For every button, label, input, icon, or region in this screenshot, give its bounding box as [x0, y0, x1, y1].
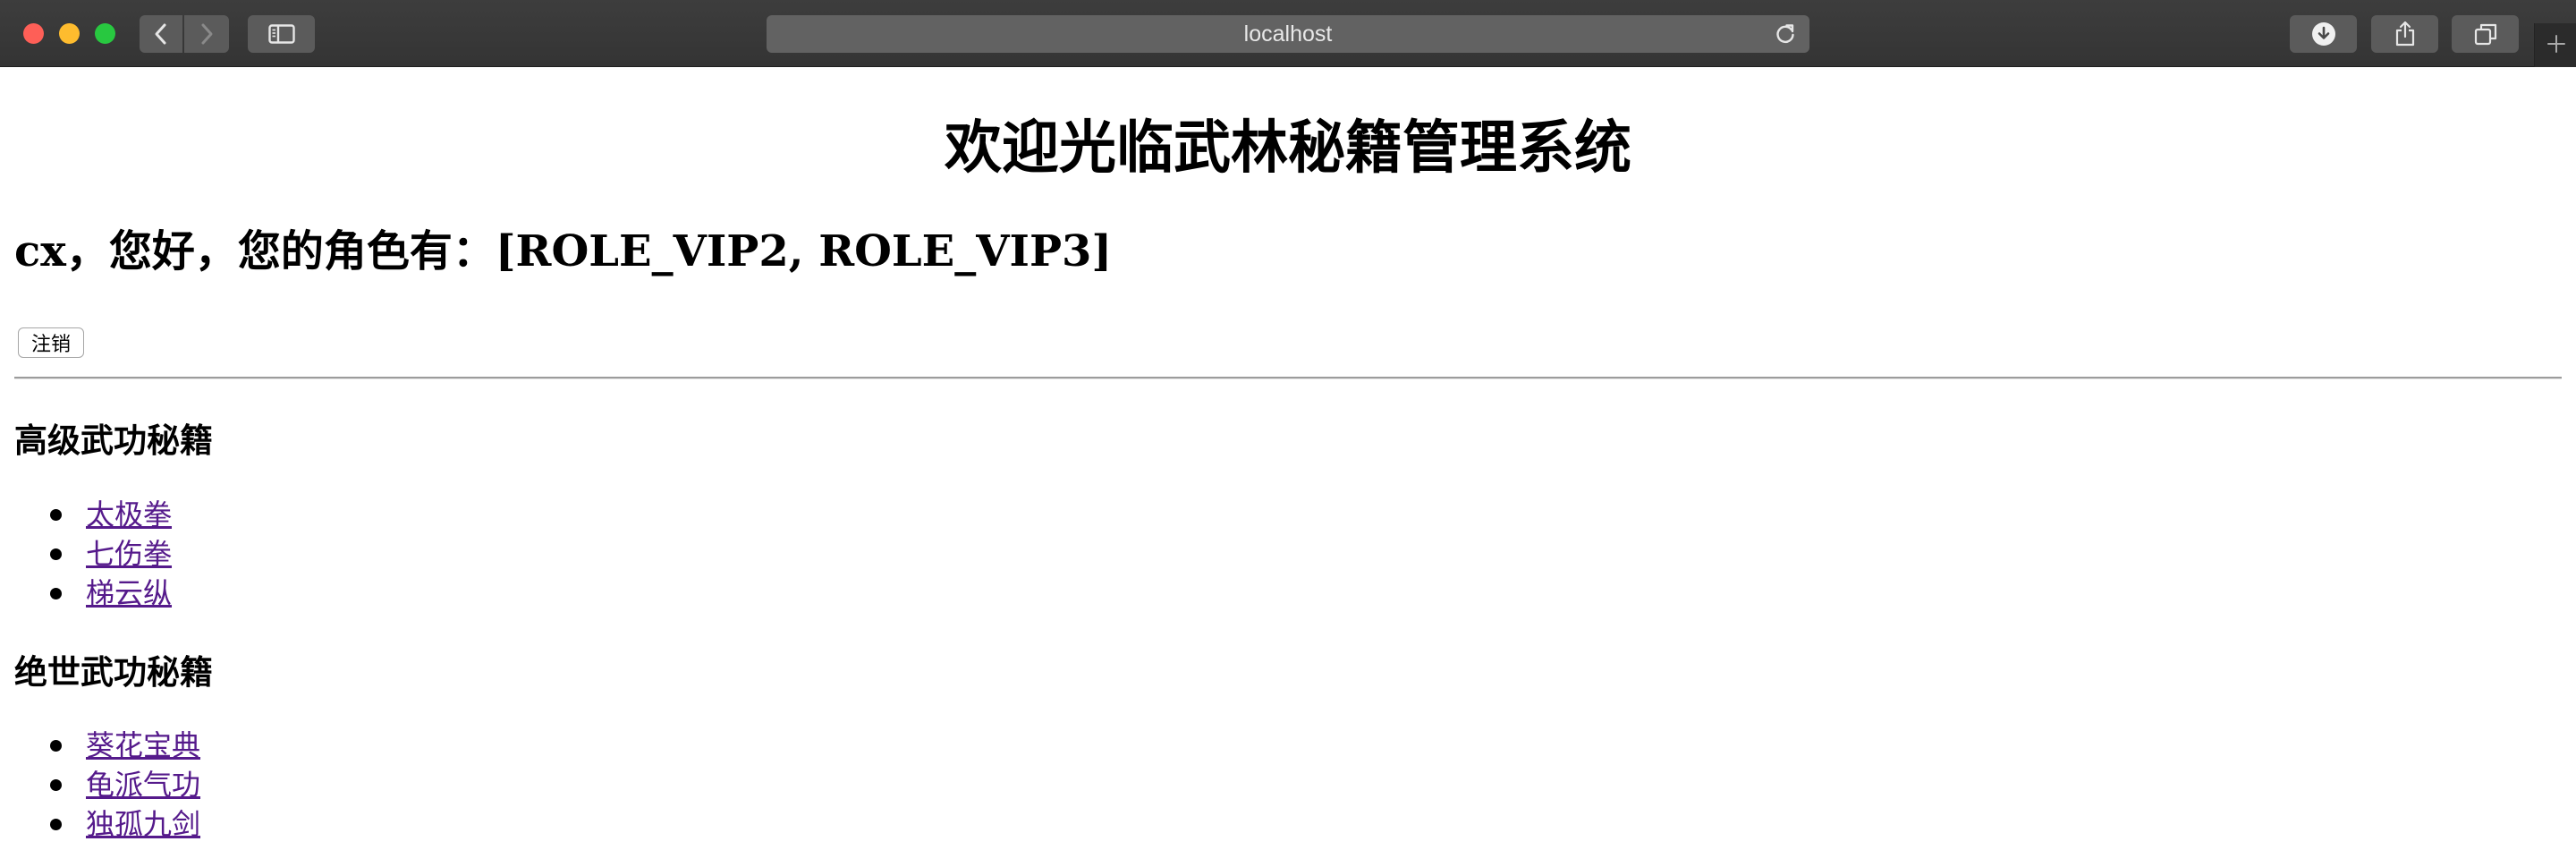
ultimate-skill-list: 葵花宝典 龟派气功 独孤九剑	[0, 726, 200, 844]
zoom-window-button[interactable]	[95, 23, 115, 44]
chevron-right-icon	[199, 22, 215, 46]
reload-icon[interactable]	[1774, 22, 1797, 52]
divider	[14, 377, 2562, 379]
bullet	[50, 509, 62, 521]
plus-icon	[2546, 34, 2566, 57]
list-item: 太极拳	[0, 495, 172, 534]
sidebar-toggle-button[interactable]	[248, 15, 315, 53]
chevron-left-icon	[153, 22, 169, 46]
skill-link[interactable]: 太极拳	[86, 497, 172, 531]
list-item: 梯云纵	[0, 574, 172, 613]
tab-overview-button[interactable]	[2452, 15, 2519, 53]
page-title: 欢迎光临武林秘籍管理系统	[945, 115, 1631, 182]
share-button[interactable]	[2371, 15, 2438, 53]
bullet	[50, 740, 62, 752]
list-item: 七伤拳	[0, 534, 172, 574]
skill-link[interactable]: 独孤九剑	[86, 807, 200, 841]
back-button[interactable]	[140, 15, 182, 53]
download-icon	[2311, 21, 2336, 47]
advanced-skill-list: 太极拳 七伤拳 梯云纵	[0, 495, 172, 613]
list-item: 葵花宝典	[0, 726, 200, 765]
bullet	[50, 779, 62, 791]
bullet	[50, 588, 62, 599]
address-text: localhost	[1243, 21, 1333, 47]
tabs-overview-icon	[2474, 22, 2497, 46]
sidebar-icon	[267, 24, 295, 44]
section-heading-ultimate: 绝世武功秘籍	[14, 652, 213, 692]
new-tab-button[interactable]	[2534, 23, 2576, 67]
share-icon	[2394, 21, 2416, 47]
skill-link[interactable]: 龟派气功	[86, 768, 200, 802]
downloads-button[interactable]	[2290, 15, 2357, 53]
list-item: 龟派气功	[0, 765, 200, 804]
section-heading-advanced: 高级武功秘籍	[14, 421, 213, 460]
list-item: 独孤九剑	[0, 804, 200, 844]
forward-button[interactable]	[184, 15, 229, 53]
page-content: 欢迎光临武林秘籍管理系统 cx，您好，您的角色有：[ROLE_VIP2, ROL…	[0, 67, 2576, 850]
skill-link[interactable]: 梯云纵	[86, 576, 172, 610]
bullet	[50, 819, 62, 830]
bullet	[50, 548, 62, 560]
address-bar[interactable]: localhost	[767, 15, 1809, 53]
skill-link[interactable]: 葵花宝典	[86, 728, 200, 762]
user-greeting: cx，您好，您的角色有：[ROLE_VIP2, ROLE_VIP3]	[14, 226, 1113, 276]
browser-toolbar: localhost	[0, 0, 2576, 67]
close-window-button[interactable]	[23, 23, 44, 44]
logout-button[interactable]: 注销	[18, 327, 84, 358]
minimize-window-button[interactable]	[59, 23, 80, 44]
skill-link[interactable]: 七伤拳	[86, 537, 172, 571]
